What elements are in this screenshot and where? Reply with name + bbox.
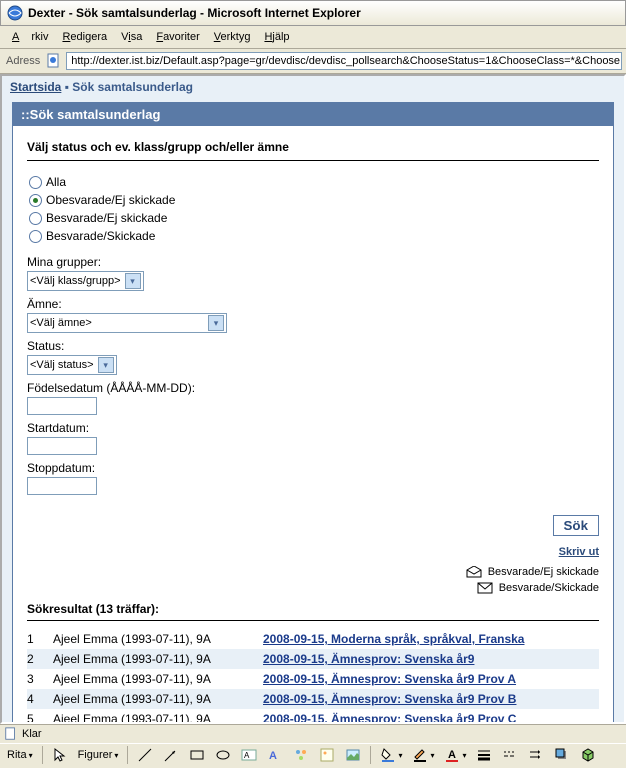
address-label: Adress (4, 55, 42, 67)
result-row: 1 Ajeel Emma (1993-07-11), 9A 2008-09-15, … (27, 629, 599, 649)
fodelsedatum-input[interactable] (27, 397, 97, 415)
rect-tool[interactable] (186, 746, 208, 764)
panel-header: ::Sök samtalsunderlag (13, 103, 613, 126)
result-link[interactable]: 2008-09-15, Moderna språk, språkval, Fra… (263, 632, 599, 646)
breadcrumb-home[interactable]: Startsida (10, 80, 61, 94)
envelope-closed-icon (477, 582, 493, 594)
result-name: Ajeel Emma (1993-07-11), 9A (53, 692, 253, 706)
result-num: 4 (27, 692, 43, 706)
wordart-tool[interactable]: A (264, 746, 286, 764)
result-link[interactable]: 2008-09-15, Ämnesprov: Svenska år9 (263, 652, 599, 666)
result-row: 3 Ajeel Emma (1993-07-11), 9A 2008-09-15, … (27, 669, 599, 689)
section-title: Välj status och ev. klass/grupp och/elle… (27, 140, 599, 161)
chevron-down-icon: ▾ (208, 315, 224, 331)
status-label: Status: (27, 339, 599, 353)
stoppdatum-label: Stoppdatum: (27, 461, 599, 475)
result-link[interactable]: 2008-09-15, Ämnesprov: Svenska år9 Prov … (263, 692, 599, 706)
mina-grupper-select[interactable]: <Välj klass/grupp> ▾ (27, 271, 144, 291)
status-radio-group: Alla Obesvarade/Ej skickade Besvarade/Ej… (27, 173, 599, 245)
print-link[interactable]: Skriv ut (559, 546, 599, 558)
shadow-tool[interactable] (551, 746, 573, 764)
clipart-tool[interactable] (316, 746, 338, 764)
mina-grupper-label: Mina grupper: (27, 255, 599, 269)
page-icon (4, 727, 18, 741)
results-header: Sökresultat (13 träffar): (27, 602, 599, 621)
result-link[interactable]: 2008-09-15, Ämnesprov: Svenska år9 Prov … (263, 672, 599, 686)
arrow-style-tool[interactable] (525, 746, 547, 764)
addressbar: Adress http://dexter.ist.biz/Default.asp… (0, 49, 626, 74)
menu-redigera[interactable]: Redigera (56, 29, 113, 45)
radio-obesvarade-label: Obesvarade/Ej skickade (46, 193, 175, 207)
result-name: Ajeel Emma (1993-07-11), 9A (53, 652, 253, 666)
rita-menu[interactable]: Rita ▾ (4, 748, 36, 762)
radio-alla-label: Alla (46, 175, 66, 189)
line-tool[interactable] (134, 746, 156, 764)
amne-select[interactable]: <Välj ämne> ▾ (27, 313, 227, 333)
amne-label: Ämne: (27, 297, 599, 311)
pointer-tool[interactable] (49, 746, 71, 764)
result-num: 5 (27, 712, 43, 724)
result-row: 2 Ajeel Emma (1993-07-11), 9A 2008-09-15, … (27, 649, 599, 669)
search-button[interactable]: Sök (553, 515, 599, 536)
font-color-tool[interactable]: A▾ (441, 746, 469, 764)
menu-verktyg[interactable]: Verktyg (208, 29, 257, 45)
arrow-tool[interactable] (160, 746, 182, 764)
main-panel: ::Sök samtalsunderlag Välj status och ev… (12, 102, 614, 724)
drawing-toolbar: Rita ▾ Figurer ▾ A A ▾ ▾ A▾ (0, 743, 626, 766)
svg-text:A: A (244, 751, 250, 760)
menu-arkiv[interactable]: Arkiv (6, 29, 54, 45)
result-link[interactable]: 2008-09-15, Ämnesprov: Svenska år9 Prov … (263, 712, 599, 724)
radio-alla[interactable] (29, 176, 42, 189)
radio-besvarade-skickade-label: Besvarade/Skickade (46, 229, 155, 243)
startdatum-label: Startdatum: (27, 421, 599, 435)
result-row: 4 Ajeel Emma (1993-07-11), 9A 2008-09-15, … (27, 689, 599, 709)
status-text: Klar (22, 728, 42, 740)
dash-style-tool[interactable] (499, 746, 521, 764)
textbox-tool[interactable]: A (238, 746, 260, 764)
legend-open-label: Besvarade/Ej skickade (488, 566, 599, 578)
page-icon (46, 53, 62, 69)
radio-besvarade-ej-label: Besvarade/Ej skickade (46, 211, 167, 225)
diagram-tool[interactable] (290, 746, 312, 764)
chevron-down-icon: ▾ (98, 357, 114, 373)
status-select[interactable]: <Välj status> ▾ (27, 355, 117, 375)
result-name: Ajeel Emma (1993-07-11), 9A (53, 672, 253, 686)
fill-color-tool[interactable]: ▾ (377, 746, 405, 764)
line-weight-tool[interactable] (473, 746, 495, 764)
menu-visa[interactable]: Visa (115, 29, 148, 45)
statusbar: Klar (0, 724, 626, 743)
picture-tool[interactable] (342, 746, 364, 764)
svg-text:A: A (448, 749, 456, 761)
radio-besvarade-skickade[interactable] (29, 230, 42, 243)
chevron-down-icon: ▾ (125, 273, 141, 289)
window-title: Dexter - Sök samtalsunderlag - Microsoft… (28, 6, 361, 20)
legend-closed-label: Besvarade/Skickade (499, 582, 599, 594)
svg-text:A: A (269, 750, 277, 762)
content-viewport: Startsida ▪ Sök samtalsunderlag ::Sök sa… (0, 74, 626, 724)
oval-tool[interactable] (212, 746, 234, 764)
menu-favoriter[interactable]: Favoriter (150, 29, 205, 45)
result-num: 1 (27, 632, 43, 646)
results-list: 1 Ajeel Emma (1993-07-11), 9A 2008-09-15, … (27, 629, 599, 724)
stoppdatum-input[interactable] (27, 477, 97, 495)
result-row: 5 Ajeel Emma (1993-07-11), 9A 2008-09-15, … (27, 709, 599, 724)
window-titlebar: Dexter - Sök samtalsunderlag - Microsoft… (0, 0, 626, 26)
radio-besvarade-ej[interactable] (29, 212, 42, 225)
breadcrumb: Startsida ▪ Sök samtalsunderlag (2, 76, 624, 98)
result-name: Ajeel Emma (1993-07-11), 9A (53, 712, 253, 724)
radio-obesvarade[interactable] (29, 194, 42, 207)
fodelsedatum-label: Födelsedatum (ÅÅÅÅ-MM-DD): (27, 381, 599, 395)
envelope-open-icon (466, 566, 482, 578)
result-num: 2 (27, 652, 43, 666)
startdatum-input[interactable] (27, 437, 97, 455)
3d-tool[interactable] (577, 746, 599, 764)
result-num: 3 (27, 672, 43, 686)
line-color-tool[interactable]: ▾ (409, 746, 437, 764)
menu-hjalp[interactable]: Hjälp (258, 29, 295, 45)
figurer-menu[interactable]: Figurer ▾ (75, 748, 122, 762)
address-input[interactable]: http://dexter.ist.biz/Default.asp?page=g… (66, 52, 622, 70)
menubar: Arkiv Redigera Visa Favoriter Verktyg Hj… (0, 26, 626, 49)
result-name: Ajeel Emma (1993-07-11), 9A (53, 632, 253, 646)
ie-icon (7, 5, 23, 21)
